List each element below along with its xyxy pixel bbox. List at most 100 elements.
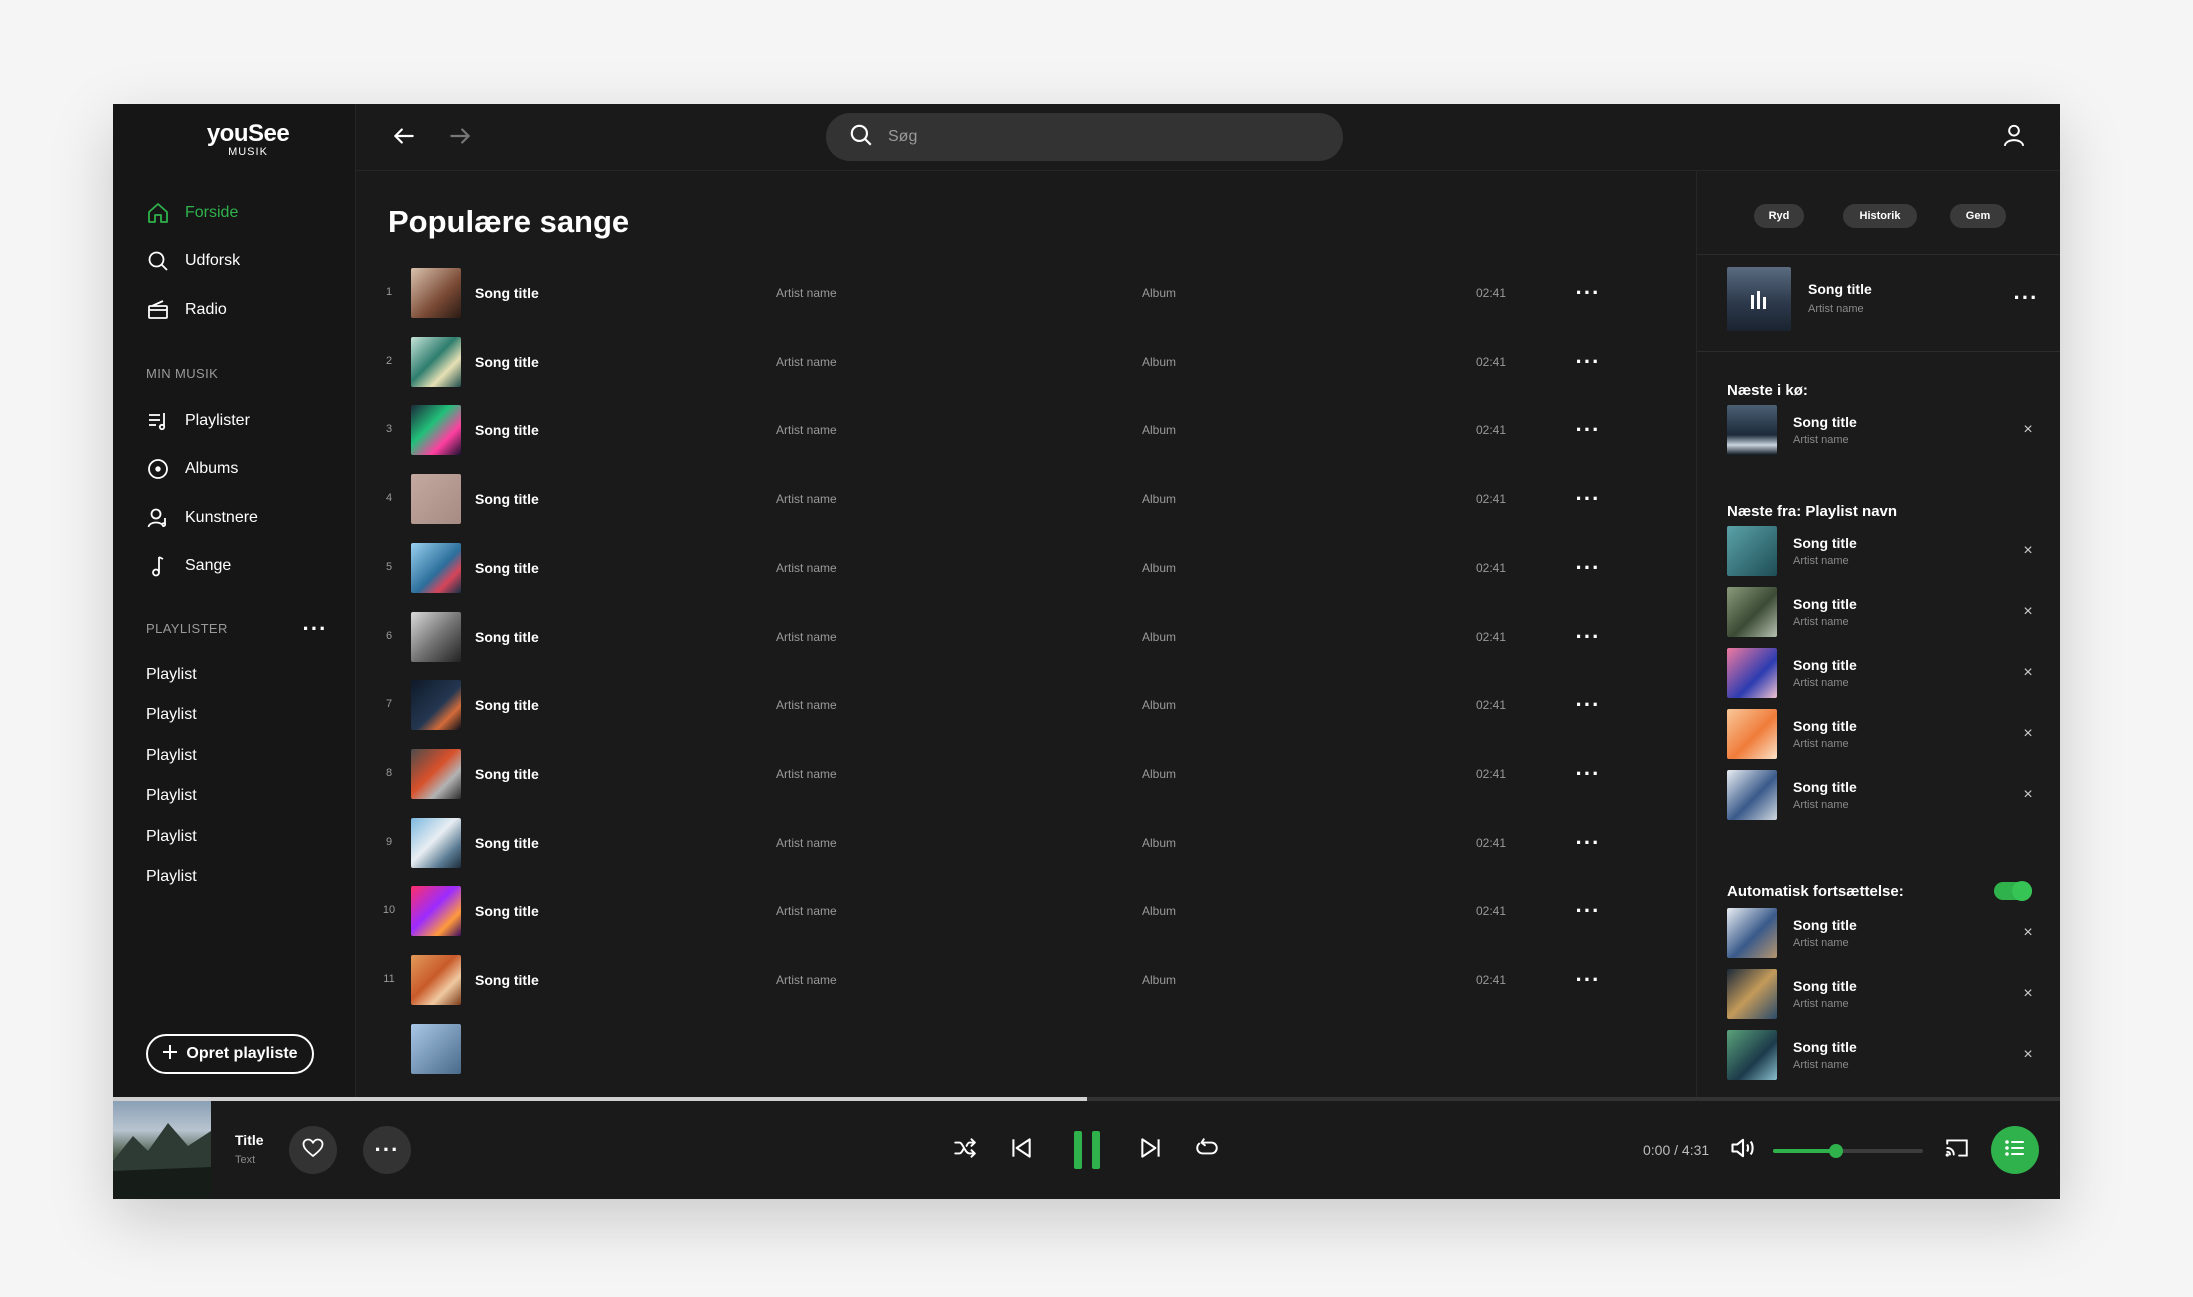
sidebar-playlist-link[interactable]: Playlist bbox=[146, 706, 197, 724]
track-more-button[interactable]: ··· bbox=[1571, 349, 1605, 375]
track-album[interactable]: Album bbox=[1142, 973, 1176, 987]
back-button[interactable] bbox=[388, 122, 420, 154]
remove-from-queue-button[interactable]: × bbox=[2017, 982, 2039, 1006]
queue-item[interactable]: Song title Artist name × bbox=[1727, 1030, 2037, 1080]
remove-from-queue-button[interactable]: × bbox=[2017, 418, 2039, 442]
track-album[interactable]: Album bbox=[1142, 286, 1176, 300]
track-row[interactable]: 6 Song title Artist name Album 02:41 ··· bbox=[376, 607, 1676, 667]
queue-item[interactable]: Song title Artist name × bbox=[1727, 709, 2037, 759]
queue-item[interactable]: Song title Artist name × bbox=[1727, 648, 2037, 698]
track-row[interactable]: 3 Song title Artist name Album 02:41 ··· bbox=[376, 400, 1676, 460]
remove-from-queue-button[interactable]: × bbox=[2017, 783, 2039, 807]
track-row[interactable]: 1 Song title Artist name Album 02:41 ··· bbox=[376, 263, 1676, 323]
track-more-button[interactable]: ··· bbox=[1571, 555, 1605, 581]
track-row[interactable]: 8 Song title Artist name Album 02:41 ··· bbox=[376, 744, 1676, 804]
track-row[interactable]: 4 Song title Artist name Album 02:41 ··· bbox=[376, 469, 1676, 529]
now-playing-more-button[interactable]: ··· bbox=[2009, 285, 2043, 311]
player-cover-art[interactable] bbox=[113, 1101, 211, 1199]
nav-item-udforsk[interactable]: Udforsk bbox=[145, 246, 240, 276]
track-album[interactable]: Album bbox=[1142, 355, 1176, 369]
shuffle-button[interactable] bbox=[945, 1130, 985, 1170]
track-album[interactable]: Album bbox=[1142, 904, 1176, 918]
queue-toggle-button[interactable] bbox=[1991, 1126, 2039, 1174]
track-more-button[interactable]: ··· bbox=[1571, 486, 1605, 512]
next-button[interactable] bbox=[1131, 1130, 1171, 1170]
track-row[interactable]: 7 Song title Artist name Album 02:41 ··· bbox=[376, 675, 1676, 735]
track-row[interactable]: 2 Song title Artist name Album 02:41 ··· bbox=[376, 332, 1676, 392]
nav-item-albums[interactable]: Albums bbox=[145, 454, 238, 484]
previous-button[interactable] bbox=[1001, 1130, 1041, 1170]
now-playing-item[interactable]: Song title Artist name ··· bbox=[1727, 267, 2047, 331]
sidebar-playlist-link[interactable]: Playlist bbox=[146, 868, 197, 886]
search-bar[interactable] bbox=[826, 113, 1343, 161]
search-input[interactable] bbox=[888, 128, 1308, 146]
track-more-button[interactable]: ··· bbox=[1571, 967, 1605, 993]
create-playlist-button[interactable]: Opret playliste bbox=[146, 1034, 314, 1074]
track-more-button[interactable]: ··· bbox=[1571, 280, 1605, 306]
track-more-button[interactable]: ··· bbox=[1571, 898, 1605, 924]
nav-item-radio[interactable]: Radio bbox=[145, 295, 227, 325]
track-row[interactable]: 9 Song title Artist name Album 02:41 ··· bbox=[376, 813, 1676, 873]
track-artist[interactable]: Artist name bbox=[776, 286, 837, 300]
repeat-button[interactable] bbox=[1187, 1130, 1227, 1170]
track-row[interactable] bbox=[376, 1019, 1676, 1079]
track-album[interactable]: Album bbox=[1142, 561, 1176, 575]
track-artist[interactable]: Artist name bbox=[776, 836, 837, 850]
track-row[interactable]: 5 Song title Artist name Album 02:41 ··· bbox=[376, 538, 1676, 598]
track-artist[interactable]: Artist name bbox=[776, 630, 837, 644]
track-album[interactable]: Album bbox=[1142, 767, 1176, 781]
queue-item[interactable]: Song title Artist name × bbox=[1727, 587, 2037, 637]
track-row[interactable]: 10 Song title Artist name Album 02:41 ··· bbox=[376, 881, 1676, 941]
clear-queue-button[interactable]: Ryd bbox=[1754, 204, 1804, 228]
track-album[interactable]: Album bbox=[1142, 492, 1176, 506]
track-artist[interactable]: Artist name bbox=[776, 767, 837, 781]
like-button[interactable] bbox=[289, 1126, 337, 1174]
nav-item-forside[interactable]: Forside bbox=[145, 198, 238, 228]
logo[interactable]: youSee MUSIK bbox=[193, 120, 303, 158]
nav-item-playlister[interactable]: Playlister bbox=[145, 406, 250, 436]
history-button[interactable]: Historik bbox=[1843, 204, 1917, 228]
cast-button[interactable] bbox=[1937, 1130, 1977, 1170]
autoplay-toggle[interactable] bbox=[1994, 881, 2032, 901]
queue-item[interactable]: Song title Artist name × bbox=[1727, 969, 2037, 1019]
track-artist[interactable]: Artist name bbox=[776, 698, 837, 712]
track-more-button[interactable]: ··· bbox=[1571, 624, 1605, 650]
volume-slider[interactable] bbox=[1773, 1144, 1923, 1158]
remove-from-queue-button[interactable]: × bbox=[2017, 722, 2039, 746]
track-artist[interactable]: Artist name bbox=[776, 904, 837, 918]
remove-from-queue-button[interactable]: × bbox=[2017, 600, 2039, 624]
sidebar-playlist-link[interactable]: Playlist bbox=[146, 787, 197, 805]
track-more-button[interactable]: ··· bbox=[1571, 417, 1605, 443]
track-album[interactable]: Album bbox=[1142, 698, 1176, 712]
track-artist[interactable]: Artist name bbox=[776, 561, 837, 575]
remove-from-queue-button[interactable]: × bbox=[2017, 1043, 2039, 1067]
remove-from-queue-button[interactable]: × bbox=[2017, 921, 2039, 945]
queue-item[interactable]: Song title Artist name × bbox=[1727, 405, 2037, 455]
forward-button[interactable] bbox=[444, 122, 476, 154]
nav-item-kunstnere[interactable]: Kunstnere bbox=[145, 503, 258, 533]
save-queue-button[interactable]: Gem bbox=[1950, 204, 2006, 228]
track-album[interactable]: Album bbox=[1142, 630, 1176, 644]
remove-from-queue-button[interactable]: × bbox=[2017, 539, 2039, 563]
track-artist[interactable]: Artist name bbox=[776, 492, 837, 506]
track-album[interactable]: Album bbox=[1142, 836, 1176, 850]
queue-item[interactable]: Song title Artist name × bbox=[1727, 908, 2037, 958]
remove-from-queue-button[interactable]: × bbox=[2017, 661, 2039, 685]
track-more-button[interactable]: ··· bbox=[1571, 692, 1605, 718]
track-artist[interactable]: Artist name bbox=[776, 355, 837, 369]
sidebar-playlist-link[interactable]: Playlist bbox=[146, 828, 197, 846]
queue-item[interactable]: Song title Artist name × bbox=[1727, 770, 2037, 820]
nav-item-sange[interactable]: Sange bbox=[145, 551, 231, 581]
sidebar-playlist-link[interactable]: Playlist bbox=[146, 747, 197, 765]
sidebar-playlist-link[interactable]: Playlist bbox=[146, 666, 197, 684]
track-artist[interactable]: Artist name bbox=[776, 973, 837, 987]
track-row[interactable]: 11 Song title Artist name Album 02:41 ··· bbox=[376, 950, 1676, 1010]
player-more-button[interactable]: ··· bbox=[363, 1126, 411, 1174]
volume-button[interactable] bbox=[1723, 1130, 1763, 1170]
track-album[interactable]: Album bbox=[1142, 423, 1176, 437]
track-artist[interactable]: Artist name bbox=[776, 423, 837, 437]
user-profile-button[interactable] bbox=[1998, 121, 2030, 153]
track-more-button[interactable]: ··· bbox=[1571, 830, 1605, 856]
volume-handle[interactable] bbox=[1829, 1144, 1843, 1158]
pause-button[interactable] bbox=[1067, 1128, 1107, 1172]
